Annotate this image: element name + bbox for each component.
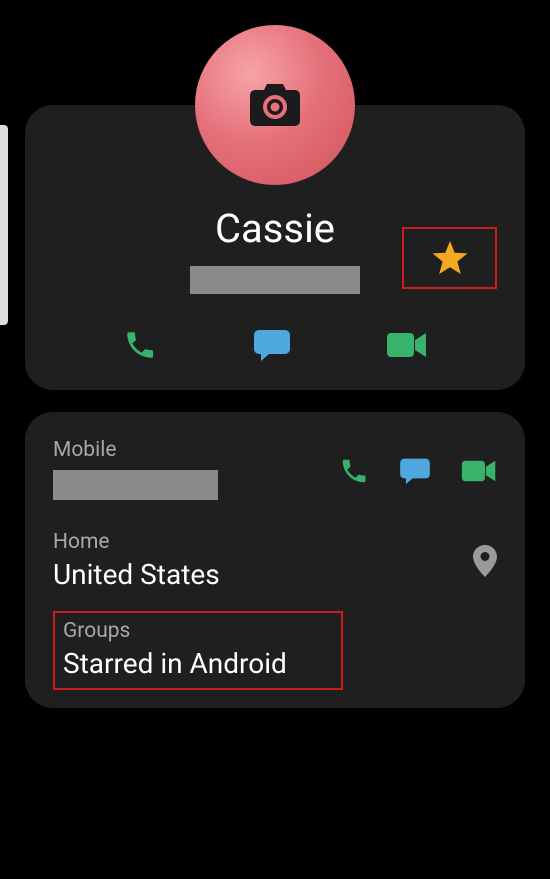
mobile-video-button[interactable] (461, 459, 497, 483)
mobile-value-redacted (53, 470, 218, 500)
avatar[interactable] (195, 25, 355, 185)
mobile-call-button[interactable] (339, 456, 369, 486)
groups-label: Groups (63, 619, 333, 643)
action-row (45, 328, 505, 362)
groups-value: Starred in Android (63, 647, 333, 680)
message-icon (253, 328, 291, 362)
map-button[interactable] (473, 545, 497, 577)
message-button[interactable] (253, 328, 291, 362)
video-call-button[interactable] (387, 331, 427, 359)
mobile-row: Mobile (53, 438, 497, 504)
video-icon (387, 331, 427, 359)
message-icon (399, 457, 431, 485)
camera-icon (250, 84, 300, 126)
home-value: United States (53, 558, 220, 591)
contact-name: Cassie (215, 205, 335, 252)
video-icon (461, 459, 497, 483)
phone-icon (339, 456, 369, 486)
contact-header-card: Cassie (25, 105, 525, 390)
location-icon (473, 545, 497, 577)
star-icon (432, 241, 468, 275)
home-label: Home (53, 530, 220, 554)
mobile-actions (339, 456, 497, 486)
redacted-subtitle (190, 266, 360, 294)
mobile-label: Mobile (53, 438, 218, 462)
groups-section[interactable]: Groups Starred in Android (53, 611, 343, 690)
favorite-toggle[interactable] (402, 227, 497, 289)
call-button[interactable] (123, 328, 157, 362)
phone-icon (123, 328, 157, 362)
mobile-message-button[interactable] (399, 457, 431, 485)
home-row: Home United States (53, 530, 497, 591)
scroll-handle[interactable] (0, 125, 8, 325)
contact-details-card: Mobile Home Un (25, 412, 525, 708)
